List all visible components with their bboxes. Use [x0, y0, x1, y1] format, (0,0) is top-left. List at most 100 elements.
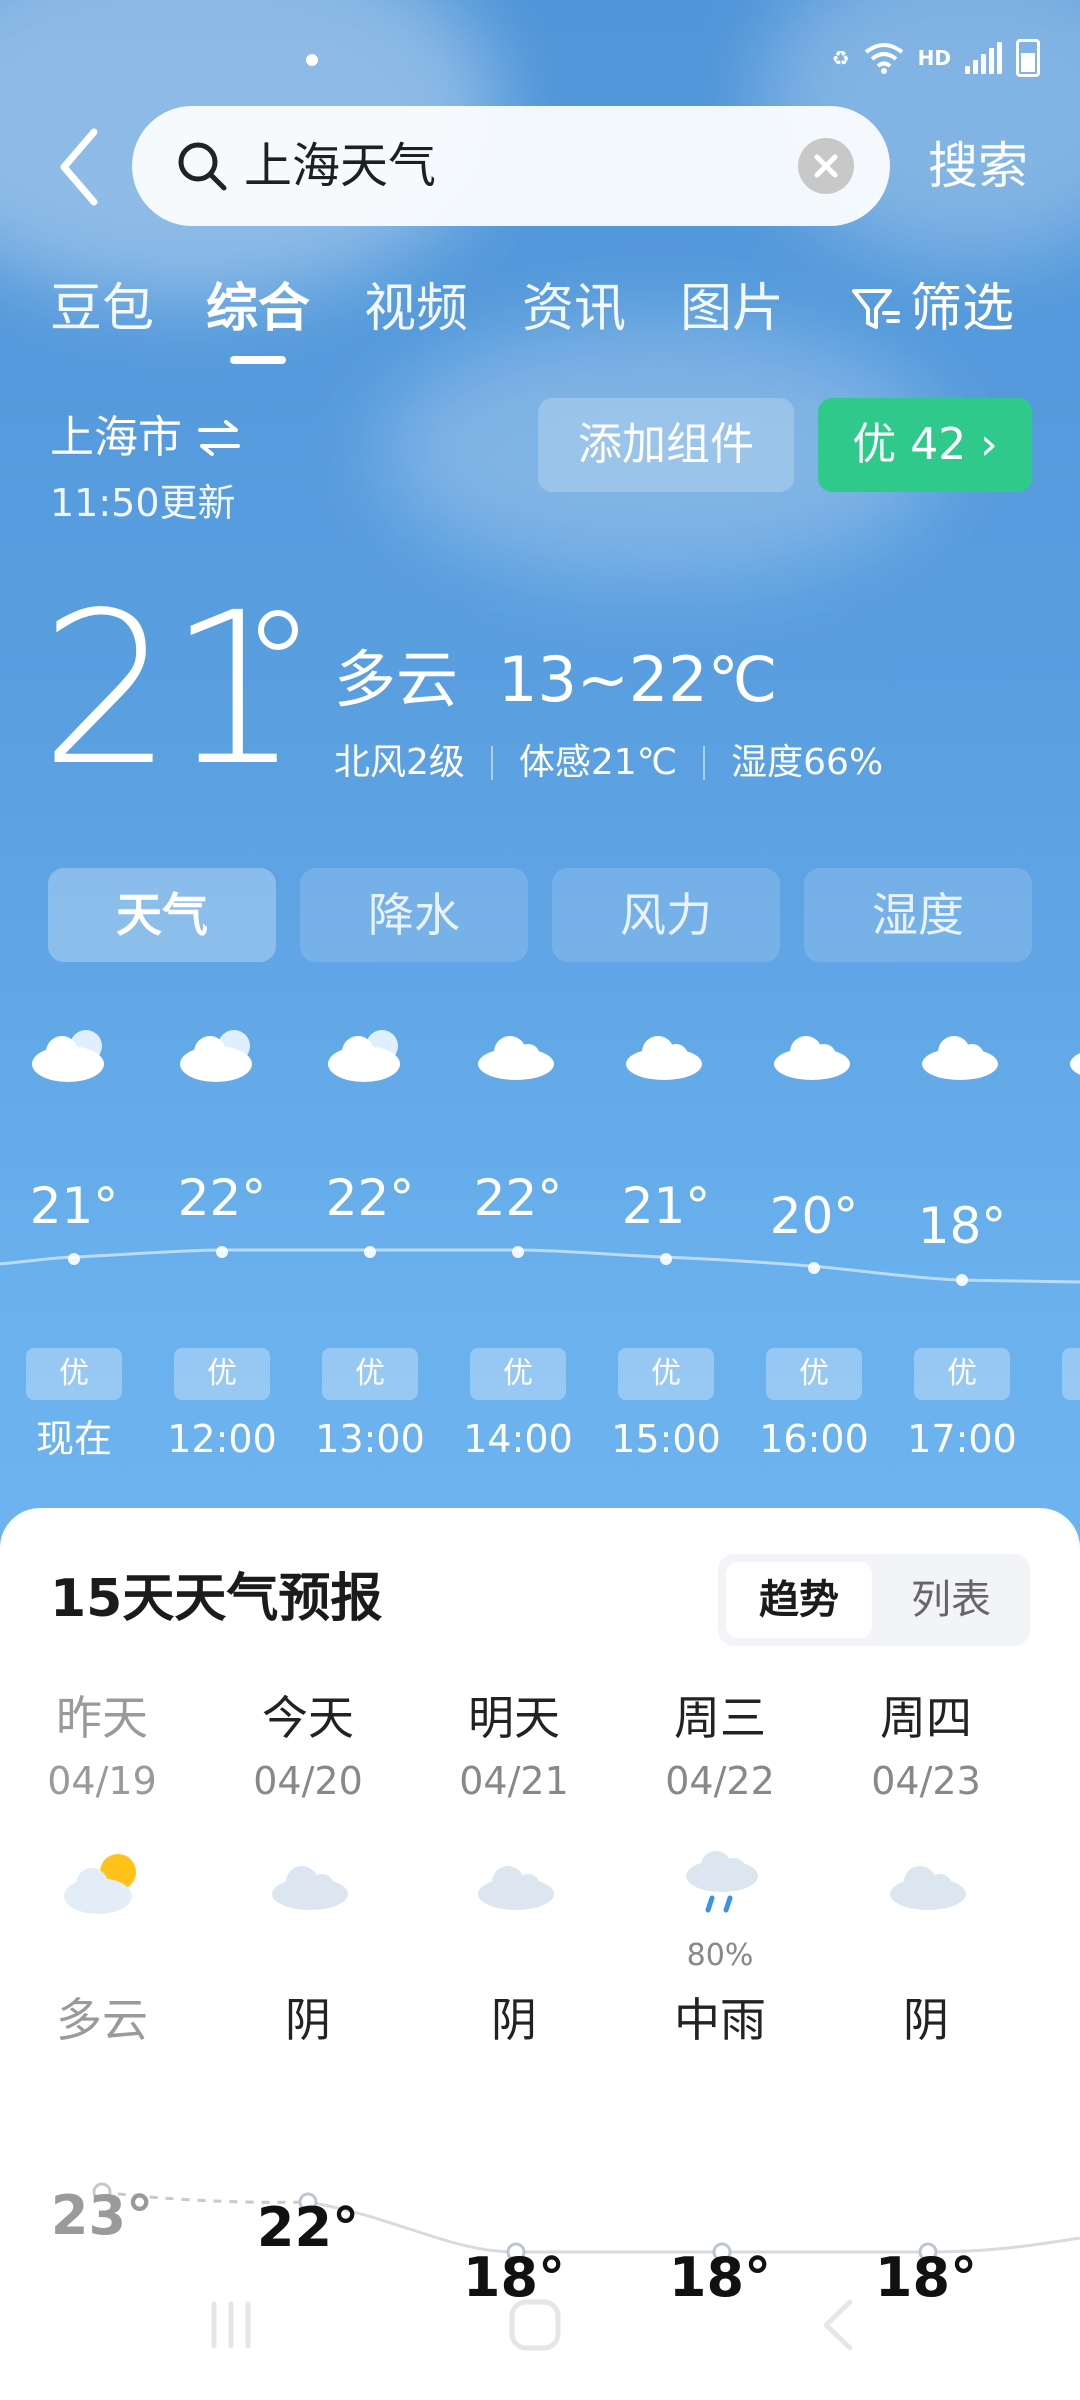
tab-doubao[interactable]: 豆包 [50, 276, 154, 342]
hourly-time: 14:00 [463, 1417, 573, 1461]
day-high: 23° [50, 2184, 154, 2247]
tab-video[interactable]: 视频 [364, 276, 468, 342]
hourly-aqi: 优 [618, 1348, 714, 1400]
day-high: 22° [256, 2196, 360, 2259]
city-selector[interactable]: 上海市 [50, 410, 242, 466]
wind-text: 北风2级 [334, 742, 465, 783]
search-input[interactable]: 上海天气 [132, 106, 890, 226]
signal-icon [965, 42, 1002, 74]
tab-all[interactable]: 综合 [206, 276, 310, 342]
day-condition: 多云 [56, 1993, 148, 2047]
battery-icon [1016, 39, 1040, 77]
update-time: 11:50更新 [50, 481, 236, 525]
hourly-time: 15:00 [611, 1417, 721, 1461]
recycle-icon: ♻ [831, 46, 850, 70]
hourly-time: 现在 [35, 1417, 112, 1461]
clear-icon[interactable] [798, 138, 854, 194]
day-date: 04/23 [871, 1759, 981, 1803]
overcast-icon [272, 1866, 348, 1910]
cloud-icon [626, 1036, 702, 1080]
swap-icon [198, 420, 240, 456]
hourly-point [660, 1253, 672, 1265]
day-date: 04/22 [665, 1759, 775, 1803]
cloud-icon [774, 1036, 850, 1080]
hourly-aqi: 优 [470, 1348, 566, 1400]
current-condition: 多云 13~22℃ [334, 640, 777, 720]
partly-cloudy-icon [328, 1030, 400, 1082]
day-name: 周四 [880, 1691, 972, 1745]
hourly-point [808, 1262, 820, 1274]
filter-label: 筛选 [910, 279, 1015, 339]
hourly-temp: 22° [177, 1169, 267, 1227]
humidity-text: 湿度66% [731, 742, 884, 783]
overcast-icon [890, 1866, 966, 1910]
day-date: 04/20 [253, 1759, 363, 1803]
day-name: 周三 [674, 1691, 766, 1745]
partly-cloudy-icon [180, 1030, 252, 1082]
wifi-icon [864, 43, 903, 74]
partly-cloudy-icon [32, 1030, 104, 1082]
day-name: 昨天 [56, 1691, 148, 1745]
hourly-aqi-partial [1062, 1348, 1080, 1400]
hourly-aqi: 优 [322, 1348, 418, 1400]
overcast-icon [478, 1866, 554, 1910]
hourly-time: 12:00 [167, 1417, 277, 1461]
day-name: 明天 [468, 1691, 560, 1745]
forecast-card: 15天天气预报 趋势 列表 昨天 04/19 多云 23° 今天 04/20 阴… [0, 1508, 1080, 2400]
system-navigation-bar [0, 2270, 1080, 2380]
nav-back-icon[interactable] [814, 2296, 864, 2354]
hourly-temp: 21° [621, 1177, 711, 1235]
hd-icon: HD [917, 46, 951, 70]
hourly-temp: 18° [917, 1197, 1007, 1255]
day-date: 04/19 [47, 1759, 157, 1803]
add-widget-button[interactable]: 添加组件 [538, 398, 794, 492]
feels-like-text: 体感21℃ [518, 742, 678, 783]
day-condition: 阴 [903, 1993, 949, 2047]
back-button[interactable] [50, 122, 110, 212]
hourly-time: 17:00 [907, 1417, 1017, 1461]
tab-news[interactable]: 资讯 [522, 276, 626, 342]
weather-search-page: ♻ HD 上海天气 搜索 豆包 综合 视频 资讯 图片 筛选 上海市 11:50… [0, 0, 1080, 2400]
search-query[interactable]: 上海天气 [244, 136, 436, 196]
hourly-time: 16:00 [759, 1417, 869, 1461]
day-condition: 中雨 [674, 1993, 766, 2047]
status-bar: ♻ HD [0, 0, 1080, 100]
rain-icon [686, 1851, 758, 1913]
hourly-temp: 20° [769, 1187, 859, 1245]
filter-button[interactable]: 筛选 [850, 276, 1014, 342]
aqi-badge[interactable]: 优 42 › [818, 398, 1032, 492]
divider [703, 746, 706, 780]
filter-icon [852, 289, 900, 329]
cloud-icon [922, 1036, 998, 1080]
tab-images[interactable]: 图片 [680, 276, 784, 342]
hourly-aqi: 优 [174, 1348, 270, 1400]
metric-tab-humidity[interactable]: 湿度 [804, 868, 1032, 962]
metric-tab-weather[interactable]: 天气 [48, 868, 276, 962]
home-icon[interactable] [506, 2296, 564, 2354]
degree-symbol [258, 610, 298, 650]
precipitation-probability: 80% [686, 1938, 754, 1973]
hourly-temp: 22° [325, 1169, 415, 1227]
cloud-icon [1070, 1053, 1080, 1075]
partly-sunny-icon [64, 1854, 136, 1914]
temperature-range: 13~22℃ [498, 643, 778, 716]
city-name: 上海市 [50, 412, 182, 463]
hourly-point [68, 1253, 80, 1265]
metric-tab-precipitation[interactable]: 降水 [300, 868, 528, 962]
cloud-icon [478, 1036, 554, 1080]
hourly-point [364, 1246, 376, 1258]
metric-tab-wind[interactable]: 风力 [552, 868, 780, 962]
hourly-temp: 22° [473, 1169, 563, 1227]
hourly-point [216, 1246, 228, 1258]
hourly-aqi: 优 [914, 1348, 1010, 1400]
active-tab-indicator [230, 356, 286, 364]
hourly-aqi: 优 [26, 1348, 122, 1400]
day-name: 今天 [262, 1691, 354, 1745]
current-details: 北风2级 体感21℃ 湿度66% [334, 738, 883, 788]
hourly-point [512, 1246, 524, 1258]
recent-apps-icon[interactable] [204, 2298, 258, 2352]
hourly-time: 13:00 [315, 1417, 425, 1461]
search-icon [178, 142, 227, 191]
search-button[interactable]: 搜索 [928, 136, 1028, 196]
condition-text: 多云 [334, 643, 459, 716]
